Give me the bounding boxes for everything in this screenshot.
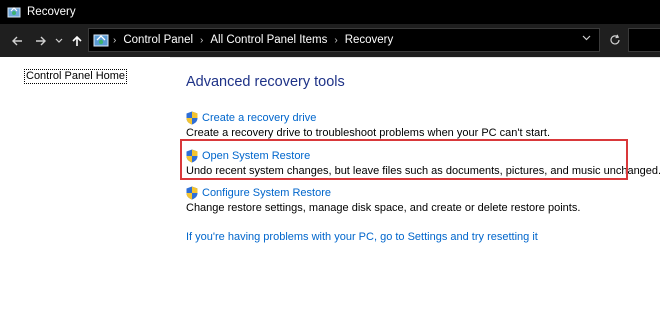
highlight-box <box>180 139 628 180</box>
chevron-down-icon[interactable] <box>582 33 591 44</box>
title-bar: Recovery <box>0 0 660 24</box>
uac-shield-icon <box>186 111 198 125</box>
chevron-right-icon[interactable]: › <box>200 35 203 46</box>
uac-shield-icon <box>186 186 198 200</box>
tool-create-recovery-drive: Create a recovery drive Create a recover… <box>186 110 550 139</box>
sidebar: Control Panel Home <box>0 57 170 323</box>
arrow-right-icon[interactable] <box>31 31 51 51</box>
reset-pc-link[interactable]: If you're having problems with your PC, … <box>186 231 538 243</box>
window-title: Recovery <box>27 6 76 18</box>
search-input[interactable] <box>628 28 660 52</box>
breadcrumb-control-panel[interactable]: Control Panel <box>123 34 193 46</box>
create-recovery-drive-description: Create a recovery drive to troubleshoot … <box>186 127 551 139</box>
address-box[interactable]: › Control Panel › All Control Panel Item… <box>88 28 600 52</box>
tool-configure-system-restore: Configure System Restore Change restore … <box>186 185 580 214</box>
chevron-right-icon[interactable]: › <box>113 35 116 46</box>
control-panel-icon <box>7 5 21 19</box>
chevron-right-icon[interactable]: › <box>334 35 337 46</box>
arrow-up-icon[interactable] <box>67 31 87 51</box>
create-recovery-drive-link[interactable]: Create a recovery drive <box>202 112 316 124</box>
breadcrumb-recovery[interactable]: Recovery <box>345 34 394 46</box>
refresh-icon[interactable] <box>604 28 626 52</box>
chevron-down-icon[interactable] <box>53 31 65 51</box>
control-panel-icon <box>93 32 109 48</box>
address-bar: › Control Panel › All Control Panel Item… <box>0 24 660 57</box>
configure-system-restore-description: Change restore settings, manage disk spa… <box>186 202 581 214</box>
control-panel-home-link[interactable]: Control Panel Home <box>24 69 128 84</box>
configure-system-restore-link[interactable]: Configure System Restore <box>202 187 331 199</box>
page-title: Advanced recovery tools <box>186 74 345 90</box>
arrow-left-icon[interactable] <box>7 31 27 51</box>
recovery-window: Recovery › Control Panel › All Control P… <box>0 0 660 323</box>
breadcrumb-all-items[interactable]: All Control Panel Items <box>210 34 327 46</box>
